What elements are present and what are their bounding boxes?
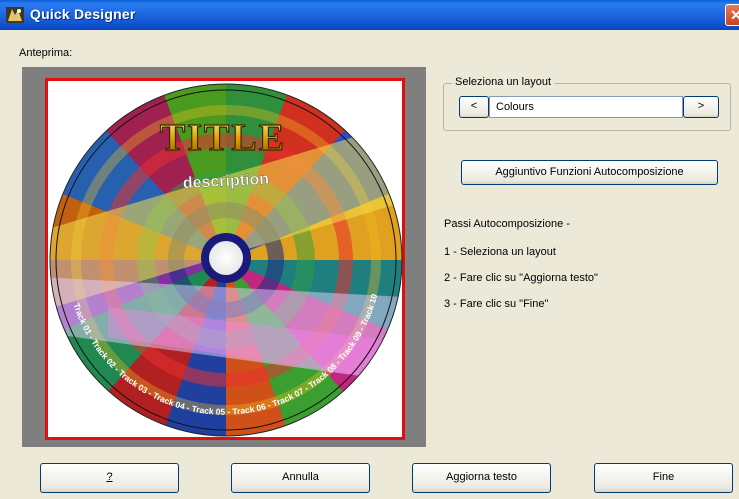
- update-text-label: Aggiorna testo: [446, 471, 517, 483]
- chevron-right-icon: >: [697, 100, 705, 112]
- step-item: 1 - Seleziona un layout: [444, 246, 556, 258]
- cd-title: TITLE: [160, 117, 286, 159]
- steps-heading: Passi Autocomposizione -: [444, 218, 570, 230]
- layout-group-legend: Seleziona un layout: [452, 76, 555, 88]
- close-button[interactable]: ✕: [725, 4, 739, 26]
- wizard-functions-button[interactable]: Aggiuntivo Funzioni Autocomposizione: [461, 160, 718, 185]
- cancel-button[interactable]: Annulla: [231, 463, 370, 493]
- previous-layout-button[interactable]: <: [459, 96, 489, 118]
- update-text-button[interactable]: Aggiorna testo: [412, 463, 551, 493]
- chevron-left-icon: <: [470, 100, 478, 112]
- close-icon: ✕: [730, 7, 739, 23]
- cd-label-preview: TITLE description Track 01 - Track 02 - …: [49, 83, 403, 437]
- step-item: 2 - Fare clic su "Aggiorna testo": [444, 272, 598, 284]
- help-button[interactable]: ?: [40, 463, 179, 493]
- title-bar: Quick Designer ✕: [0, 0, 739, 30]
- app-icon: [6, 7, 24, 23]
- cd-center-hole: [209, 241, 243, 275]
- preview-label: Anteprima:: [19, 47, 73, 59]
- finish-button[interactable]: Fine: [594, 463, 733, 493]
- window-title: Quick Designer: [30, 6, 136, 22]
- next-layout-button[interactable]: >: [683, 96, 719, 118]
- help-label: ?: [106, 471, 113, 483]
- cancel-label: Annulla: [282, 471, 319, 483]
- finish-label: Fine: [652, 471, 675, 483]
- step-item: 3 - Fare clic su "Fine": [444, 298, 549, 310]
- layout-name-field[interactable]: Colours: [489, 96, 683, 118]
- wizard-functions-label: Aggiuntivo Funzioni Autocomposizione: [495, 166, 684, 178]
